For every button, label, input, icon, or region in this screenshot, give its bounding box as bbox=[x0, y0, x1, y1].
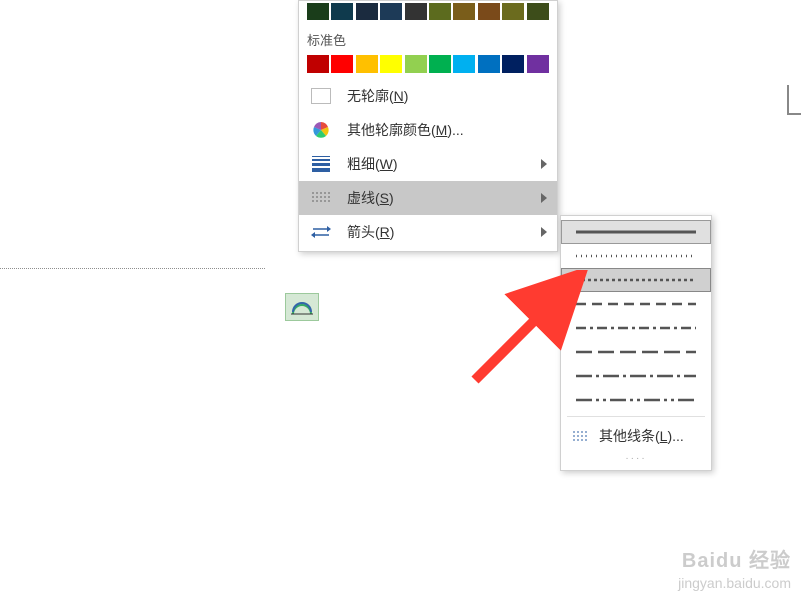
weight-item[interactable]: 粗细(W) bbox=[299, 147, 557, 181]
dash-style-long-dash-dot-dot[interactable] bbox=[561, 388, 711, 412]
color-swatch[interactable] bbox=[356, 3, 378, 20]
color-swatch[interactable] bbox=[429, 55, 451, 73]
color-swatch[interactable] bbox=[429, 3, 451, 20]
dash-style-solid[interactable] bbox=[561, 220, 711, 244]
theme-color-grid bbox=[299, 1, 557, 26]
color-swatch[interactable] bbox=[453, 55, 475, 73]
watermark-brand: Baidu 经验 bbox=[678, 548, 791, 574]
arrow-label: 箭头(R) bbox=[347, 222, 541, 242]
color-swatch[interactable] bbox=[331, 3, 353, 20]
more-outline-colors-item[interactable]: 其他轮廓颜色(M)... bbox=[299, 113, 557, 147]
color-swatch[interactable] bbox=[356, 55, 378, 73]
more-colors-label: 其他轮廓颜色(M)... bbox=[347, 120, 547, 140]
submenu-arrow-icon bbox=[541, 227, 547, 237]
watermark-url: jingyan.baidu.com bbox=[678, 574, 791, 592]
more-lines-label: 其他线条(L)... bbox=[599, 426, 701, 446]
color-swatch[interactable] bbox=[478, 3, 500, 20]
more-lines-item[interactable]: 其他线条(L)... bbox=[561, 421, 711, 451]
no-outline-item[interactable]: 无轮廓(N) bbox=[299, 79, 557, 113]
color-wheel-icon bbox=[309, 120, 333, 140]
watermark: Baidu 经验 jingyan.baidu.com bbox=[678, 548, 791, 592]
standard-colors-label: 标准色 bbox=[299, 26, 557, 53]
color-swatch[interactable] bbox=[331, 55, 353, 73]
no-outline-icon bbox=[309, 86, 333, 106]
dash-style-long-dash-dot[interactable] bbox=[561, 364, 711, 388]
rainbow-arc-icon bbox=[291, 298, 313, 316]
color-swatch[interactable] bbox=[405, 55, 427, 73]
weight-label: 粗细(W) bbox=[347, 154, 541, 174]
submenu-arrow-icon bbox=[541, 193, 547, 203]
dash-icon bbox=[309, 188, 333, 208]
dash-style-round-dot[interactable] bbox=[561, 244, 711, 268]
color-swatch[interactable] bbox=[527, 55, 549, 73]
color-swatch[interactable] bbox=[502, 55, 524, 73]
arrows-icon bbox=[309, 222, 333, 242]
dash-style-long-dash[interactable] bbox=[561, 340, 711, 364]
standard-color-grid bbox=[299, 53, 557, 79]
submenu-arrow-icon bbox=[541, 159, 547, 169]
dash-style-dash-dot[interactable] bbox=[561, 316, 711, 340]
color-swatch[interactable] bbox=[453, 3, 475, 20]
color-swatch[interactable] bbox=[380, 55, 402, 73]
color-swatch[interactable] bbox=[502, 3, 524, 20]
color-swatch[interactable] bbox=[478, 55, 500, 73]
canvas-guide-line bbox=[0, 268, 265, 269]
resize-handle[interactable]: ···· bbox=[561, 451, 711, 466]
dash-item[interactable]: 虚线(S) bbox=[299, 181, 557, 215]
color-swatch[interactable] bbox=[405, 3, 427, 20]
arrow-item[interactable]: 箭头(R) bbox=[299, 215, 557, 249]
no-outline-label: 无轮廓(N) bbox=[347, 86, 547, 106]
page-corner-mark bbox=[787, 85, 801, 115]
weight-icon bbox=[309, 154, 333, 174]
dash-style-submenu: 其他线条(L)... ···· bbox=[560, 215, 712, 471]
more-lines-icon bbox=[571, 426, 591, 446]
color-swatch[interactable] bbox=[307, 3, 329, 20]
color-swatch[interactable] bbox=[527, 3, 549, 20]
color-swatch[interactable] bbox=[380, 3, 402, 20]
color-swatch[interactable] bbox=[307, 55, 329, 73]
outline-dropdown-menu: 标准色 无轮廓(N) 其他轮廓颜色(M)... 粗细(W) 虚线(S) 箭头(R… bbox=[298, 0, 558, 252]
dash-style-square-dot[interactable] bbox=[561, 268, 711, 292]
dash-label: 虚线(S) bbox=[347, 188, 541, 208]
separator bbox=[567, 416, 705, 417]
dash-style-dash[interactable] bbox=[561, 292, 711, 316]
shape-style-thumbnail[interactable] bbox=[285, 293, 319, 321]
